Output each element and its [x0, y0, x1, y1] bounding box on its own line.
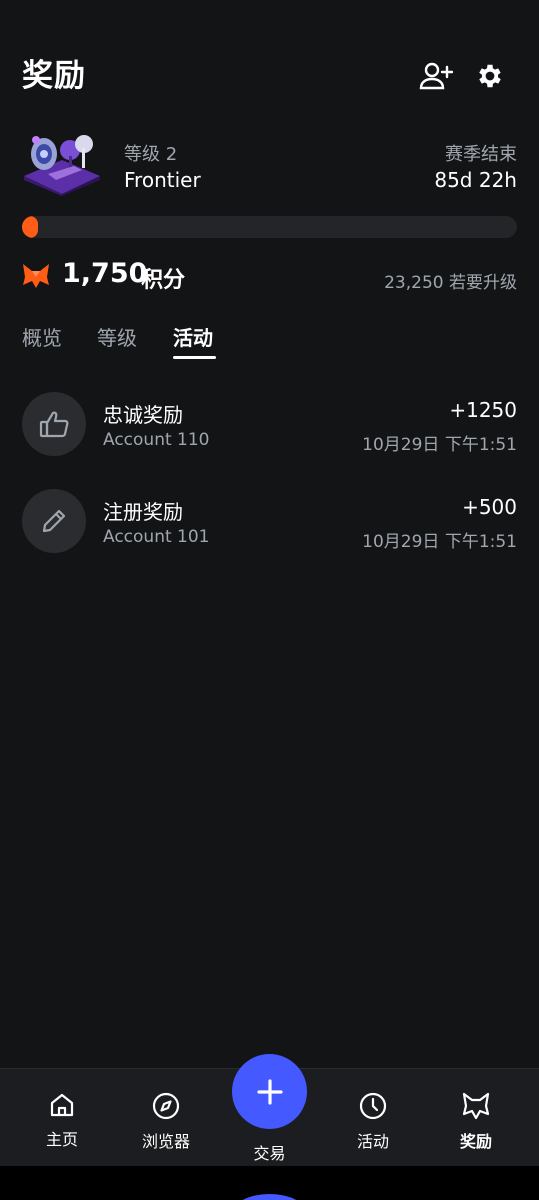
plus-icon	[256, 1078, 283, 1105]
nav-rewards[interactable]: 奖励	[431, 1092, 521, 1152]
tab-active-indicator	[173, 356, 216, 359]
level-name: Frontier	[124, 168, 201, 192]
nav-browser[interactable]: 浏览器	[121, 1092, 211, 1152]
nav-activity-label: 活动	[356, 1132, 389, 1151]
nav-home-label: 主页	[45, 1130, 78, 1149]
activity-row[interactable]: 忠诚奖励 Account 110 +1250 10月29日 下午1:51	[0, 385, 539, 465]
activity-amount: +500	[462, 495, 517, 519]
nav-trade-label: 交易	[253, 1144, 286, 1163]
tab-activity[interactable]: 活动	[173, 322, 213, 351]
activity-time: 10月29日 下午1:51	[362, 532, 517, 552]
clock-icon	[359, 1092, 387, 1120]
season-end-label: 赛季结束	[445, 144, 517, 165]
points-unit: 积分	[141, 268, 186, 293]
activity-title: 忠诚奖励	[103, 403, 183, 427]
points-to-upgrade: 23,250 若要升级	[384, 273, 517, 293]
activity-account: Account 110	[103, 430, 210, 450]
nav-activity[interactable]: 活动	[328, 1092, 418, 1152]
thumbs-up-icon	[39, 411, 69, 438]
tab-overview[interactable]: 概览	[22, 322, 62, 351]
trade-fab-button[interactable]	[232, 1054, 307, 1129]
pencil-icon	[42, 509, 66, 533]
activity-icon-wrap	[22, 489, 86, 553]
activity-title: 注册奖励	[103, 500, 183, 524]
page-title: 奖励	[22, 58, 86, 94]
nav-rewards-label: 奖励	[459, 1132, 492, 1151]
activity-icon-wrap	[22, 392, 86, 456]
fox-icon	[22, 263, 50, 289]
nav-home[interactable]: 主页	[17, 1092, 107, 1150]
points-value: 1,750	[62, 258, 148, 289]
level-label: 等级 2	[124, 144, 178, 165]
gear-icon	[479, 64, 501, 88]
activity-amount: +1250	[449, 398, 517, 422]
activity-row[interactable]: 注册奖励 Account 101 +500 10月29日 下午1:51	[0, 482, 539, 562]
tab-levels[interactable]: 等级	[97, 322, 137, 351]
activity-time: 10月29日 下午1:51	[362, 435, 517, 455]
level-progress-fill	[22, 216, 38, 238]
fox-outline-icon	[462, 1092, 490, 1120]
home-icon	[50, 1093, 74, 1117]
activity-account: Account 101	[103, 527, 210, 547]
system-bottom-bar	[0, 1166, 539, 1200]
settings-button[interactable]	[470, 56, 510, 96]
season-end-time: 85d 22h	[434, 168, 517, 192]
level-progress-bar	[22, 216, 517, 238]
add-user-icon	[419, 62, 453, 90]
add-user-button[interactable]	[416, 56, 456, 96]
nav-browser-label: 浏览器	[141, 1132, 190, 1151]
fab-shadow-edge	[232, 1194, 307, 1200]
season-badge-image	[22, 130, 102, 196]
compass-icon	[152, 1092, 180, 1120]
